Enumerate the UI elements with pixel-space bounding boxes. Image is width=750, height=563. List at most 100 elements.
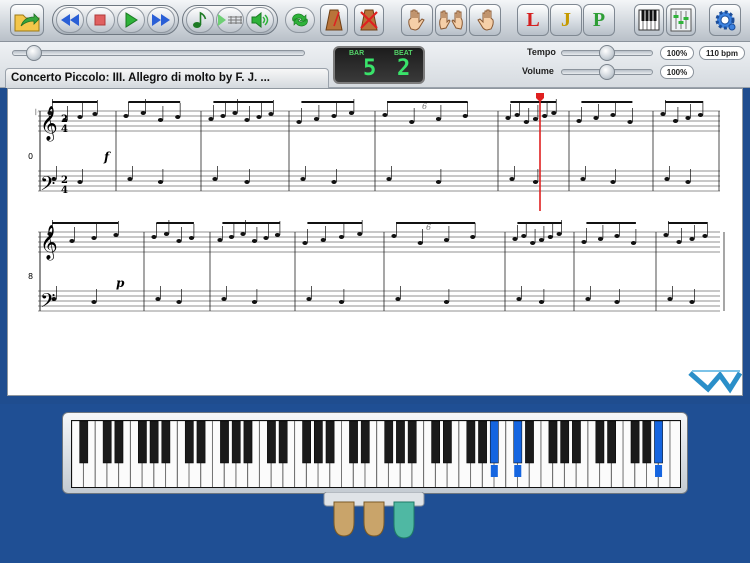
black-key	[243, 421, 253, 464]
info-panel: BAR BEAT 5 2 Tempo 100% 110 bpm Volume 1…	[0, 42, 750, 88]
note-head	[530, 241, 536, 245]
key-highlight	[655, 465, 663, 477]
both-hands-part-button[interactable]: J	[550, 4, 582, 36]
note-head	[163, 232, 170, 236]
volume-knob[interactable]	[599, 64, 615, 80]
black-key	[360, 421, 370, 464]
tempo-value: 100%	[660, 46, 694, 60]
bass-note-head	[516, 297, 522, 301]
fast-forward-button[interactable]	[146, 7, 175, 33]
time-sig-bottom-1: 4	[61, 124, 68, 135]
note-head	[217, 238, 223, 242]
note-head	[702, 234, 708, 238]
note-head	[348, 111, 355, 115]
sostenuto-pedal[interactable]	[363, 501, 385, 537]
bass-note-head	[585, 297, 591, 301]
note-head	[663, 233, 669, 237]
soft-pedal[interactable]	[333, 501, 355, 537]
playhead-marker[interactable]	[536, 93, 544, 102]
stop-button[interactable]	[86, 7, 115, 33]
left-hand-button[interactable]	[401, 4, 433, 36]
bass-note-head	[244, 180, 250, 184]
note-button[interactable]	[186, 7, 214, 33]
black-key	[407, 421, 417, 464]
note-head	[470, 235, 476, 239]
note-head	[627, 120, 633, 124]
black-key	[184, 421, 194, 464]
note-head	[77, 115, 83, 119]
repeat-sign: 𝄆	[35, 108, 39, 117]
tuplet-label-1: 6	[422, 102, 427, 111]
bass-note-head	[685, 180, 691, 184]
note-head	[357, 232, 363, 236]
play-icon	[125, 12, 138, 28]
bass-note-head	[532, 180, 539, 184]
bass-note-head	[331, 180, 337, 184]
black-key	[325, 421, 335, 464]
note-head	[556, 232, 562, 236]
note-head	[256, 115, 262, 119]
black-key	[149, 421, 159, 464]
right-hand-button[interactable]	[469, 4, 501, 36]
fast-forward-icon	[151, 14, 170, 26]
sustain-pedal[interactable]	[393, 501, 415, 539]
bass-note-head	[386, 177, 392, 181]
bass-note-head	[221, 297, 227, 301]
bass-clef-2: 𝄢	[40, 289, 55, 317]
mixer-button[interactable]	[666, 4, 696, 36]
play-bars-button[interactable]	[216, 7, 244, 33]
both-hands-button[interactable]	[435, 4, 467, 36]
black-key	[278, 421, 288, 464]
score-view[interactable]: 𝄞 𝄢 𝄞 𝄢 2 4 2 4 0 8 f p 6 6 𝄆	[7, 88, 743, 396]
piano-view-button[interactable]	[634, 4, 664, 36]
loop-icon	[292, 13, 308, 27]
left-hand-part-button[interactable]: L	[517, 4, 549, 36]
treble-clef-1: 𝄞	[40, 106, 58, 142]
note-head	[175, 115, 181, 119]
note-head	[244, 118, 250, 122]
black-key	[161, 421, 171, 464]
tempo-knob[interactable]	[599, 45, 615, 61]
note-head	[521, 234, 527, 238]
note-head	[123, 114, 129, 118]
black-key	[630, 421, 640, 464]
note-head	[92, 112, 98, 116]
black-key	[548, 421, 558, 464]
note-head	[391, 234, 397, 238]
pressed-black-key	[513, 421, 523, 464]
metronome-mute-button[interactable]	[354, 4, 384, 36]
bass-note-head	[300, 177, 306, 181]
piano-keyboard[interactable]	[71, 420, 681, 488]
metronome-button[interactable]	[320, 4, 348, 36]
note-head	[542, 114, 548, 118]
note-head	[302, 241, 308, 245]
bass-note-head	[77, 180, 83, 184]
piano-keys-icon	[638, 9, 660, 31]
note-head	[551, 111, 557, 115]
note-head	[697, 113, 704, 117]
loop-button[interactable]	[285, 7, 315, 33]
black-key	[196, 421, 206, 464]
volume-value: 100%	[660, 65, 694, 79]
song-progress-slider[interactable]	[12, 50, 305, 56]
volume-button[interactable]	[246, 7, 274, 33]
note-head	[443, 238, 450, 242]
key-highlight	[514, 465, 522, 477]
note-head	[689, 237, 695, 241]
play-button[interactable]	[116, 7, 145, 33]
black-key	[231, 421, 241, 464]
left-letter: L	[526, 8, 540, 31]
note-head	[338, 235, 345, 239]
note-head	[614, 234, 620, 238]
right-letter: P	[592, 8, 606, 31]
metronome-icon	[325, 9, 343, 31]
open-file-button[interactable]	[10, 4, 44, 36]
right-hand-part-button[interactable]: P	[583, 4, 615, 36]
note-head	[435, 117, 442, 121]
song-progress-knob[interactable]	[25, 45, 42, 61]
sheet-music: 𝄞 𝄢 𝄞 𝄢 2 4 2 4 0 8 f p 6 6 𝄆	[28, 93, 743, 394]
settings-button[interactable]	[709, 4, 741, 36]
bass-note-head	[509, 177, 515, 181]
rewind-button[interactable]	[56, 7, 85, 33]
note-head	[208, 117, 214, 121]
